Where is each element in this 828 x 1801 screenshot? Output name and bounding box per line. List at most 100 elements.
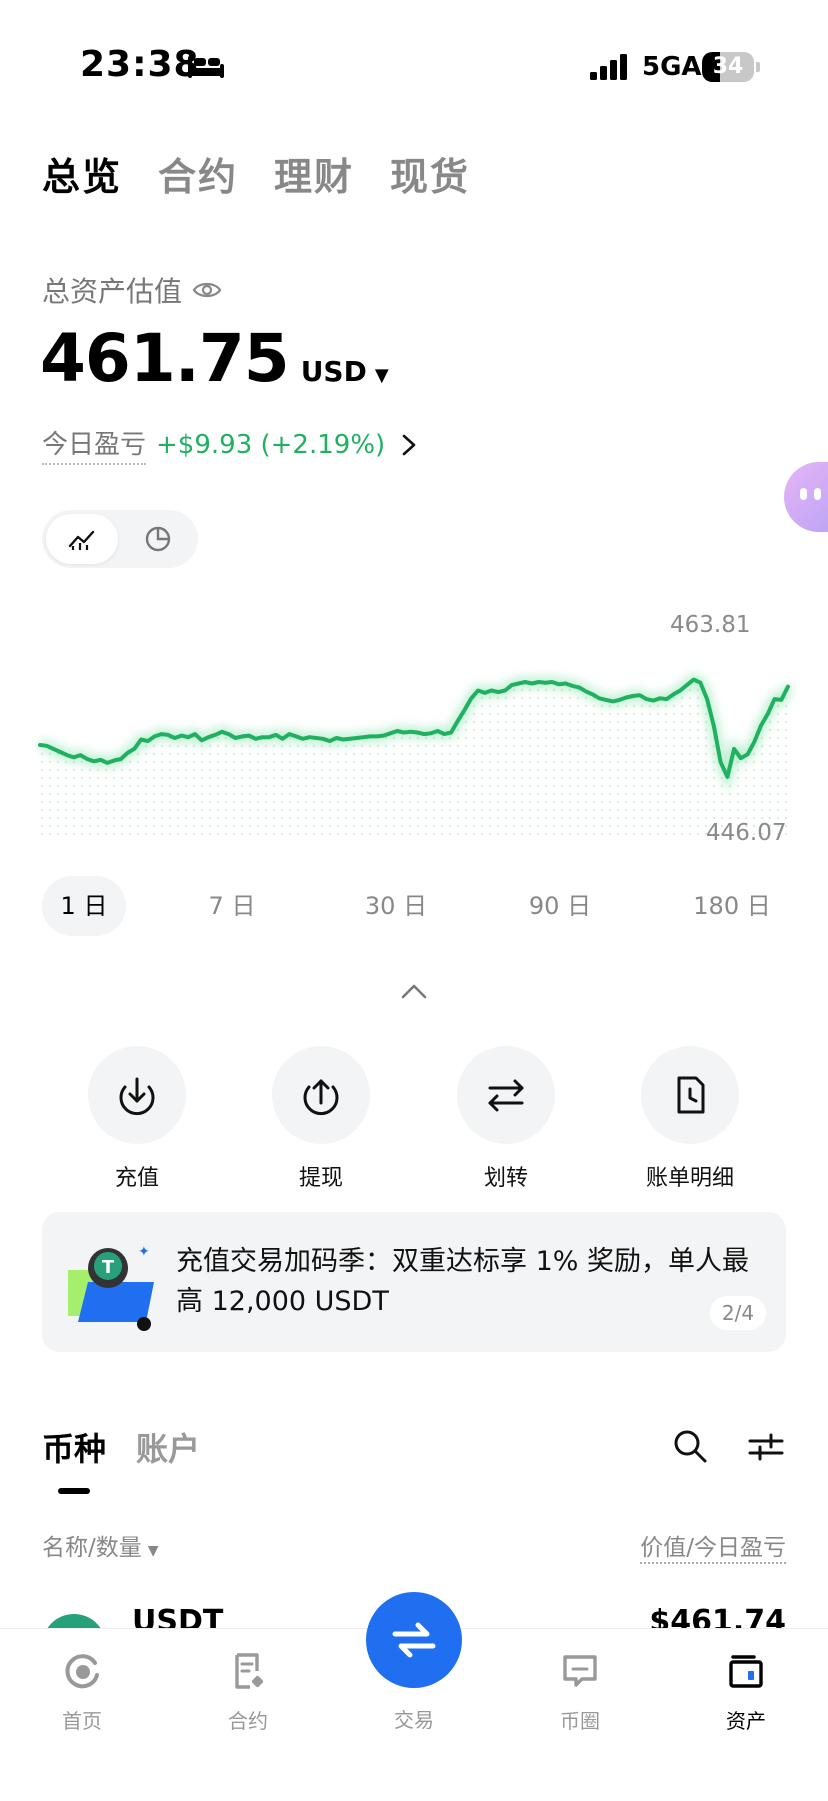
tab-spot[interactable]: 现货 — [390, 146, 470, 201]
chart-point — [483, 691, 487, 695]
line-chart-toggle[interactable] — [46, 514, 118, 564]
assistant-bubble[interactable] — [784, 462, 828, 532]
chart-point — [328, 739, 332, 743]
tab-futures[interactable]: 合约 — [158, 146, 238, 201]
tab-coins[interactable]: 币种 — [42, 1424, 106, 1470]
chart-point — [112, 758, 116, 763]
chart-point — [334, 736, 339, 740]
withdraw-button[interactable]: 提现 — [251, 1046, 391, 1192]
chart-point — [260, 735, 264, 739]
chart-point — [523, 680, 527, 684]
tab-overview[interactable]: 总览 — [42, 146, 122, 201]
chart-point — [772, 697, 777, 701]
sort-by-name[interactable]: 名称/数量 ▼ — [42, 1528, 159, 1562]
trade-button[interactable] — [366, 1592, 462, 1688]
chart-point — [442, 732, 446, 736]
pie-chart-icon — [145, 526, 171, 552]
chart-point — [429, 731, 433, 735]
eye-icon[interactable] — [192, 279, 222, 301]
range-tab-7d[interactable]: 7 日 — [190, 876, 274, 936]
transfer-button[interactable]: 划转 — [436, 1046, 576, 1192]
chart-point — [78, 753, 82, 757]
pnl-row[interactable]: 今日盈亏 +$9.93 (+2.19%) — [42, 424, 417, 465]
tab-indicator — [58, 1488, 90, 1494]
line-chart-icon — [68, 530, 95, 550]
deposit-button[interactable]: 充值 — [67, 1046, 207, 1192]
battery-level: 34 — [712, 54, 744, 79]
chart-point — [570, 684, 575, 688]
chart-point — [51, 747, 56, 751]
chart-point — [705, 697, 709, 701]
chart-point — [530, 681, 534, 686]
chart-point — [712, 724, 716, 728]
chart-point — [658, 696, 662, 700]
chart-point — [99, 758, 103, 762]
chart-point — [368, 734, 372, 738]
signal-icon — [590, 54, 627, 80]
chart-point — [132, 747, 136, 751]
asset-list-tabs: 币种 账户 — [42, 1424, 200, 1470]
promo-tether-icon: T ✦ — [68, 1244, 154, 1331]
chart-point — [92, 759, 96, 763]
nav-community-label: 币圈 — [560, 1709, 600, 1733]
chart-point — [746, 752, 750, 756]
caret-down-icon[interactable]: ▼ — [375, 365, 389, 386]
range-tab-30d[interactable]: 30 日 — [348, 876, 444, 936]
nav-community[interactable]: 币圈 — [520, 1651, 640, 1734]
nav-futures-label: 合约 — [228, 1709, 268, 1733]
chart-point — [247, 734, 251, 738]
chart-point — [382, 734, 386, 738]
network-label: 5GA — [642, 52, 702, 82]
range-tab-90d[interactable]: 90 日 — [512, 876, 608, 936]
svg-text:✦: ✦ — [138, 1244, 150, 1260]
chart-point — [179, 734, 184, 738]
asset-label: 总资产估值 — [42, 275, 183, 308]
pnl-label: 今日盈亏 — [42, 424, 147, 465]
promo-banner[interactable]: T ✦ 充值交易加码季：双重达标享 1% 奖励，单人最高 12,000 USDT… — [42, 1212, 786, 1352]
chart-point — [476, 688, 480, 693]
nav-home[interactable]: 首页 — [22, 1651, 142, 1734]
chart-point — [254, 737, 258, 741]
tab-earn[interactable]: 理财 — [274, 146, 354, 201]
swap-arrows-icon — [392, 1622, 436, 1658]
chart-point — [436, 729, 440, 733]
chart-point — [105, 761, 109, 765]
deposit-icon — [119, 1077, 155, 1116]
chart-point — [200, 738, 204, 742]
chart-point — [126, 751, 130, 755]
pie-chart-toggle[interactable] — [122, 514, 194, 564]
chart-point — [233, 736, 237, 740]
status-bar: 23:38 5GA 34 — [0, 0, 828, 120]
collapse-chevron-icon[interactable] — [400, 982, 428, 1000]
filter-icon[interactable] — [748, 1432, 784, 1462]
bills-button[interactable]: 账单明细 — [620, 1046, 760, 1192]
chart-point — [624, 695, 628, 700]
chart-point — [577, 685, 581, 689]
quick-actions: 充值 提现 划转 账单明细 — [0, 1046, 828, 1191]
chart-point — [462, 708, 467, 712]
chart-point — [146, 739, 150, 743]
chart-point — [395, 729, 399, 733]
range-tab-1d[interactable]: 1 日 — [42, 876, 126, 936]
chart-point — [644, 697, 649, 701]
chart-point — [348, 737, 352, 741]
search-icon[interactable] — [672, 1428, 708, 1464]
nav-futures[interactable]: 合约 — [188, 1651, 308, 1734]
chart-point — [631, 694, 635, 698]
chart-point — [355, 736, 359, 740]
chart-point — [153, 734, 157, 738]
chart-point — [274, 733, 278, 737]
futures-icon — [235, 1653, 264, 1689]
nav-assets[interactable]: 资产 — [686, 1651, 806, 1734]
chart-point — [611, 699, 615, 703]
chart-point — [341, 737, 345, 742]
col-value-label[interactable]: 价值/今日盈亏 — [640, 1528, 786, 1564]
range-tab-180d[interactable]: 180 日 — [678, 876, 786, 936]
wallet-icon — [729, 1655, 763, 1688]
chart-point — [685, 683, 689, 687]
tab-accounts[interactable]: 账户 — [136, 1424, 200, 1470]
chart-point — [227, 732, 231, 736]
chart-point — [173, 736, 177, 740]
currency-selector[interactable]: USD — [301, 355, 367, 388]
chart-point — [739, 756, 743, 760]
